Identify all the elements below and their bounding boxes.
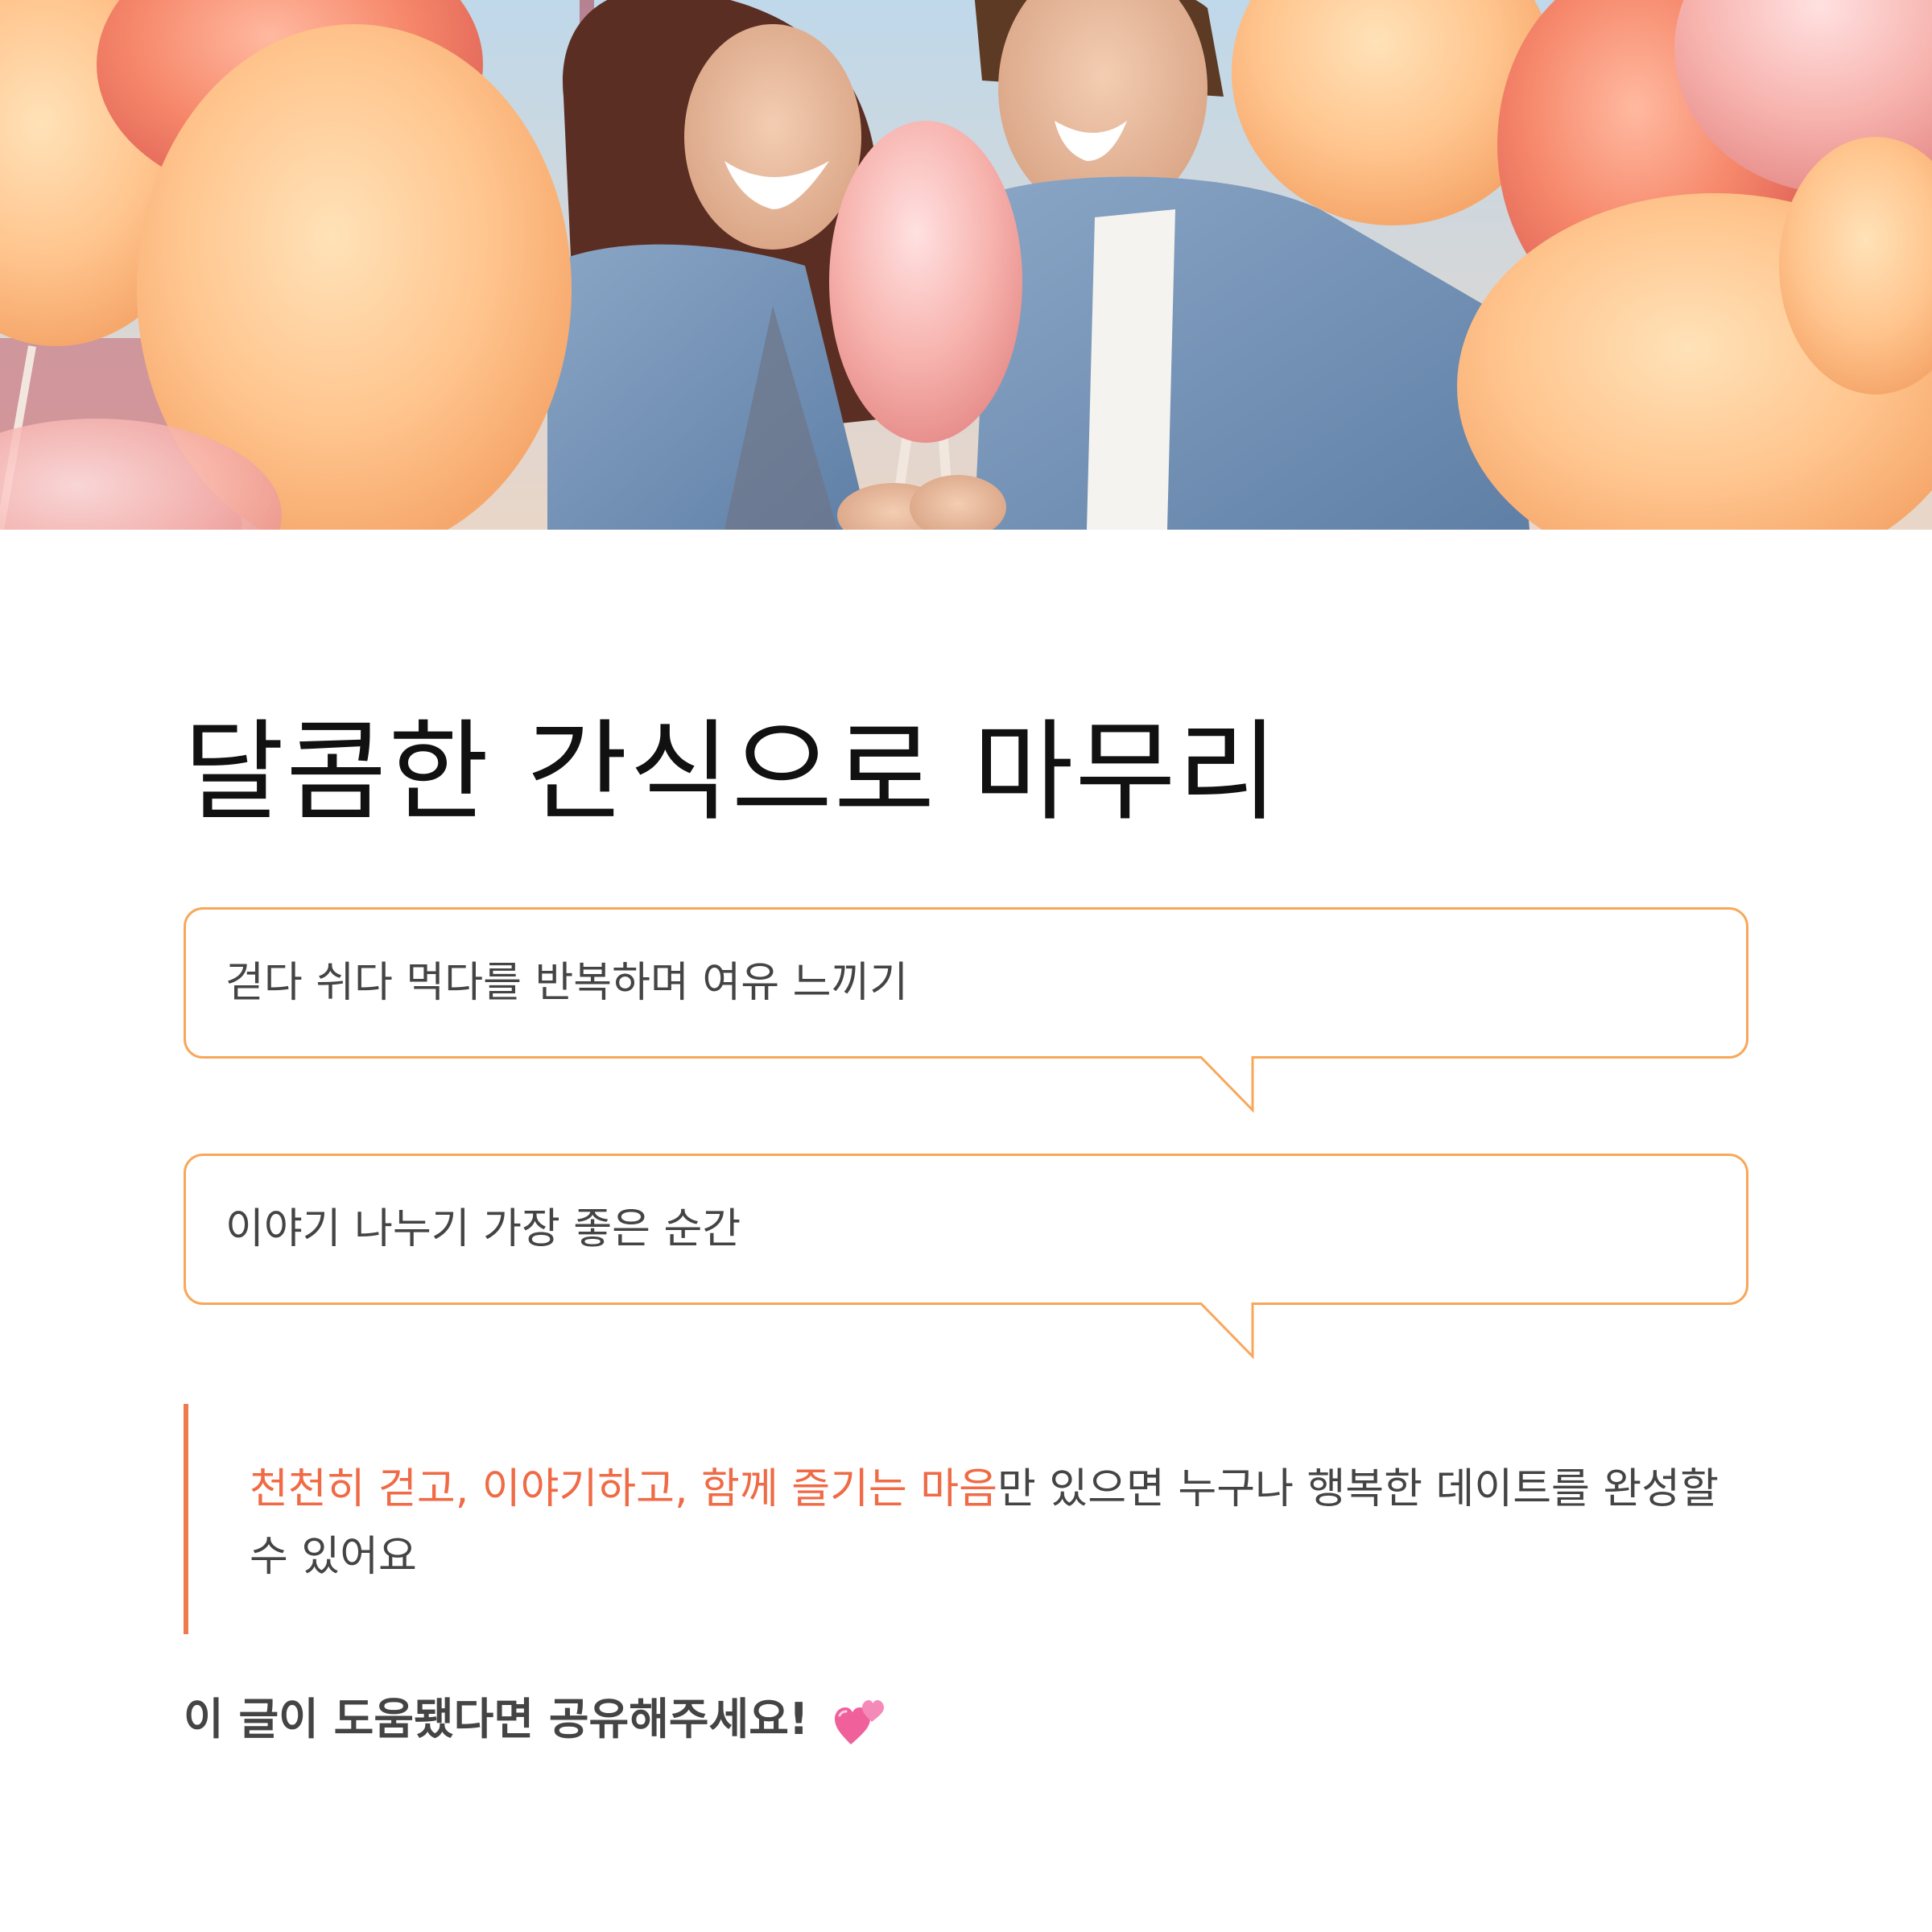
quote-block: 천천히 걷고, 이야기하고, 함께 즐기는 마음만 있으면 누구나 행복한 데이… xyxy=(184,1404,1748,1634)
quote-highlight: 천천히 걷고, 이야기하고, 함께 즐기는 마음 xyxy=(250,1465,997,1513)
speech-bubble: 이야기 나누기 가장 좋은 순간 xyxy=(184,1154,1748,1360)
speech-bubble: 걷다 쉬다 먹다를 반복하며 여유 느끼기 xyxy=(184,907,1748,1113)
quote-text: 천천히 걷고, 이야기하고, 함께 즐기는 마음만 있으면 누구나 행복한 데이… xyxy=(250,1455,1747,1591)
hero-photo xyxy=(0,0,1932,530)
speech-bubble-text: 걷다 쉬다 먹다를 반복하며 여유 느끼기 xyxy=(225,959,909,1007)
two-hearts-icon xyxy=(835,1700,885,1745)
page: 달콤한 간식으로 마무리 걷다 쉬다 먹다를 반복하며 여유 느끼기 이야기 나… xyxy=(0,0,1932,1932)
share-prompt: 이 글이 도움됐다면 공유해주세요! xyxy=(184,1690,885,1748)
page-title: 달콤한 간식으로 마무리 xyxy=(184,709,1280,836)
speech-bubble-text: 이야기 나누기 가장 좋은 순간 xyxy=(225,1205,741,1253)
hero-photo-illustration xyxy=(0,0,1932,530)
share-text: 이 글이 도움됐다면 공유해주세요! xyxy=(184,1694,809,1744)
